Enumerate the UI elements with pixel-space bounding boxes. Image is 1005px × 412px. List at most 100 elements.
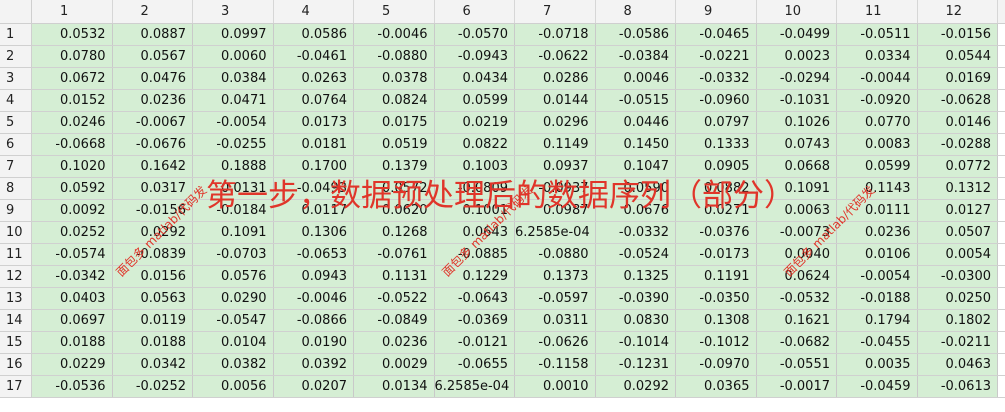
table-cell[interactable]: 0.1003 <box>434 156 515 177</box>
column-header[interactable]: 7 <box>515 0 596 23</box>
table-cell[interactable]: -0.1231 <box>595 354 676 375</box>
table-cell[interactable]: 0.0290 <box>193 288 274 309</box>
table-cell[interactable]: -0.0515 <box>595 90 676 111</box>
column-header[interactable]: 11 <box>837 0 918 23</box>
column-header[interactable]: 10 <box>757 0 837 23</box>
column-header[interactable]: 9 <box>676 0 757 23</box>
table-cell[interactable]: 0.1001 <box>434 200 515 221</box>
table-cell[interactable]: 0.0937 <box>515 156 596 177</box>
table-cell[interactable]: -0.0342 <box>32 266 113 287</box>
table-cell[interactable]: 0.0987 <box>515 200 596 221</box>
table-cell[interactable]: 0.0236 <box>112 90 193 111</box>
table-cell[interactable]: 0.0190 <box>273 332 354 353</box>
table-cell[interactable]: 0.1149 <box>515 134 596 155</box>
table-cell[interactable]: -0.0885 <box>434 244 515 265</box>
table-cell[interactable]: -0.0570 <box>434 24 515 45</box>
row-header[interactable]: 17 <box>0 376 32 397</box>
table-cell[interactable]: 0.0246 <box>32 112 113 133</box>
table-cell[interactable]: 0.0271 <box>676 200 757 221</box>
table-cell[interactable]: 0.1642 <box>112 156 193 177</box>
table-cell[interactable]: 0.0236 <box>354 332 435 353</box>
row-header[interactable]: 5 <box>0 112 32 133</box>
table-cell[interactable]: -0.0547 <box>193 310 274 331</box>
table-cell[interactable]: -0.0626 <box>515 332 596 353</box>
table-cell[interactable]: 0.0286 <box>515 68 596 89</box>
table-cell[interactable]: 0.0060 <box>193 46 274 67</box>
table-cell[interactable]: 0.0292 <box>595 376 676 397</box>
table-cell[interactable]: 0.0311 <box>515 310 596 331</box>
table-cell[interactable]: -0.0046 <box>354 24 435 45</box>
row-header[interactable]: 7 <box>0 156 32 177</box>
table-cell[interactable]: 0.0519 <box>354 134 435 155</box>
table-cell[interactable]: -0.0369 <box>434 310 515 331</box>
row-header[interactable]: 6 <box>0 134 32 155</box>
table-cell[interactable]: -0.0572 <box>354 178 435 199</box>
table-cell[interactable]: -0.0597 <box>515 288 596 309</box>
table-cell[interactable]: 0.0134 <box>354 376 435 397</box>
table-cell[interactable]: -0.0536 <box>32 376 113 397</box>
table-cell[interactable]: 0.0106 <box>837 244 918 265</box>
row-header[interactable]: 11 <box>0 244 32 265</box>
table-cell[interactable]: 0.0668 <box>756 156 837 177</box>
table-cell[interactable]: 0.0830 <box>595 310 676 331</box>
table-cell[interactable]: -0.0522 <box>354 288 435 309</box>
table-cell[interactable]: 0.0029 <box>354 354 435 375</box>
table-cell[interactable]: 0.0672 <box>32 68 113 89</box>
table-cell[interactable]: 0.0119 <box>112 310 193 331</box>
table-cell[interactable]: 0.1091 <box>756 178 837 199</box>
table-cell[interactable]: -0.0300 <box>917 266 998 287</box>
table-cell[interactable]: -0.0809 <box>434 178 515 199</box>
table-cell[interactable]: 0.0544 <box>917 46 998 67</box>
table-cell[interactable]: -0.0067 <box>112 112 193 133</box>
table-cell[interactable]: 0.0576 <box>193 266 274 287</box>
table-cell[interactable]: -0.0499 <box>756 24 837 45</box>
table-cell[interactable]: -0.0682 <box>756 332 837 353</box>
table-cell[interactable]: -0.0294 <box>756 68 837 89</box>
table-cell[interactable]: -0.0586 <box>595 24 676 45</box>
table-cell[interactable]: -0.0622 <box>515 46 596 67</box>
table-cell[interactable]: -0.0937 <box>515 178 596 199</box>
table-cell[interactable]: 0.0010 <box>515 376 596 397</box>
table-cell[interactable]: 0.1700 <box>273 156 354 177</box>
table-cell[interactable]: 0.0599 <box>434 90 515 111</box>
table-cell[interactable]: -0.0493 <box>273 178 354 199</box>
table-cell[interactable]: 0.0471 <box>193 90 274 111</box>
table-cell[interactable]: 0.0887 <box>112 24 193 45</box>
table-cell[interactable]: 0.0054 <box>917 244 998 265</box>
table-cell[interactable]: 0.0188 <box>32 332 113 353</box>
table-cell[interactable]: 0.0152 <box>32 90 113 111</box>
row-header[interactable]: 13 <box>0 288 32 309</box>
table-cell[interactable]: 0.0169 <box>917 68 998 89</box>
table-cell[interactable]: -0.0960 <box>676 90 757 111</box>
table-cell[interactable]: 0.0156 <box>112 266 193 287</box>
table-cell[interactable]: 6.2585e-04 <box>434 376 515 397</box>
table-cell[interactable]: -0.0655 <box>434 354 515 375</box>
table-cell[interactable]: 0.0175 <box>354 112 435 133</box>
row-header[interactable]: 3 <box>0 68 32 89</box>
table-cell[interactable]: 0.0117 <box>273 200 354 221</box>
table-cell[interactable]: -0.0532 <box>756 288 837 309</box>
table-cell[interactable]: 0.0092 <box>32 200 113 221</box>
table-cell[interactable]: 0.0219 <box>434 112 515 133</box>
table-cell[interactable]: -0.0459 <box>837 376 918 397</box>
table-cell[interactable]: 0.0772 <box>917 156 998 177</box>
table-cell[interactable]: -0.0046 <box>273 288 354 309</box>
table-cell[interactable]: -0.0839 <box>112 244 193 265</box>
table-cell[interactable]: 0.0378 <box>354 68 435 89</box>
table-cell[interactable]: 0.0046 <box>595 68 676 89</box>
table-cell[interactable]: -0.1012 <box>676 332 757 353</box>
table-cell[interactable]: -0.0054 <box>193 112 274 133</box>
table-cell[interactable]: 0.0181 <box>273 134 354 155</box>
table-cell[interactable]: 0.0392 <box>273 354 354 375</box>
table-cell[interactable]: -0.0384 <box>595 46 676 67</box>
table-cell[interactable]: 0.1325 <box>595 266 676 287</box>
row-header[interactable]: 2 <box>0 46 32 67</box>
table-cell[interactable]: 0.0365 <box>676 376 757 397</box>
table-cell[interactable]: -0.0676 <box>112 134 193 155</box>
table-cell[interactable]: 0.0599 <box>837 156 918 177</box>
table-cell[interactable]: 0.0824 <box>354 90 435 111</box>
row-header[interactable]: 10 <box>0 222 32 243</box>
table-cell[interactable]: 0.0207 <box>273 376 354 397</box>
table-cell[interactable]: -0.0524 <box>595 244 676 265</box>
table-cell[interactable]: 0.1450 <box>595 134 676 155</box>
